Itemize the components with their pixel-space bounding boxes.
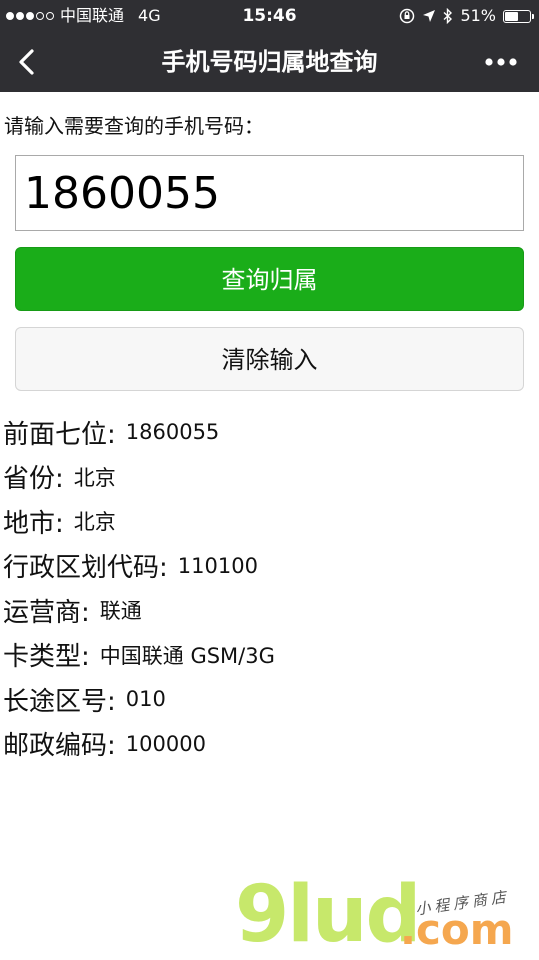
result-row-area-code: 长途区号: 010	[3, 677, 275, 722]
result-value: 100000	[125, 731, 206, 756]
result-row-admin-code: 行政区划代码: 110100	[3, 544, 275, 589]
result-label: 省份:	[3, 464, 64, 495]
result-label: 前面七位:	[3, 419, 116, 450]
battery-percent: 51%	[460, 6, 496, 25]
query-button[interactable]: 查询归属	[15, 247, 524, 311]
result-label: 长途区号:	[3, 686, 116, 717]
result-value: 北京	[73, 510, 116, 535]
top-bar: 中国联通 4G 15:46 51% 手机号码归属地查询	[0, 0, 539, 92]
result-label: 行政区划代码:	[3, 553, 168, 584]
watermark-brand: 9lud	[235, 870, 421, 960]
battery-icon	[503, 9, 534, 23]
result-row-city: 地市: 北京	[3, 499, 275, 544]
navbar: 手机号码归属地查询	[0, 32, 539, 92]
page-title: 手机号码归属地查询	[161, 48, 378, 76]
phone-number-input[interactable]	[15, 155, 524, 231]
bluetooth-icon	[443, 8, 453, 24]
result-row-card-type: 卡类型: 中国联通 GSM/3G	[3, 633, 275, 678]
result-label: 邮政编码:	[3, 731, 116, 762]
result-row-carrier: 运营商: 联通	[3, 588, 275, 633]
location-arrow-icon	[423, 10, 436, 22]
result-value: 1860055	[125, 420, 220, 445]
status-right: 51%	[399, 0, 534, 32]
result-row-postal-code: 邮政编码: 100000	[3, 722, 275, 767]
watermark: 9lud .com 小程序商店	[235, 870, 535, 960]
result-row-prefix: 前面七位: 1860055	[3, 410, 275, 455]
result-label: 运营商:	[3, 597, 90, 628]
result-value: 010	[125, 687, 166, 712]
result-value: 联通	[99, 599, 142, 624]
result-list: 前面七位: 1860055 省份: 北京 地市: 北京 行政区划代码: 1101…	[3, 410, 275, 766]
result-value: 北京	[73, 465, 116, 490]
result-value: 中国联通 GSM/3G	[99, 643, 275, 668]
result-row-province: 省份: 北京	[3, 455, 275, 500]
input-prompt: 请输入需要查询的手机号码：	[4, 114, 264, 138]
more-dots-icon[interactable]	[483, 50, 523, 74]
orientation-lock-icon	[400, 8, 415, 24]
status-bar: 中国联通 4G 15:46 51%	[0, 0, 539, 32]
result-label: 卡类型:	[3, 642, 90, 673]
result-value: 110100	[177, 553, 258, 578]
result-label: 地市:	[3, 508, 64, 539]
clear-input-button[interactable]: 清除输入	[15, 327, 524, 391]
